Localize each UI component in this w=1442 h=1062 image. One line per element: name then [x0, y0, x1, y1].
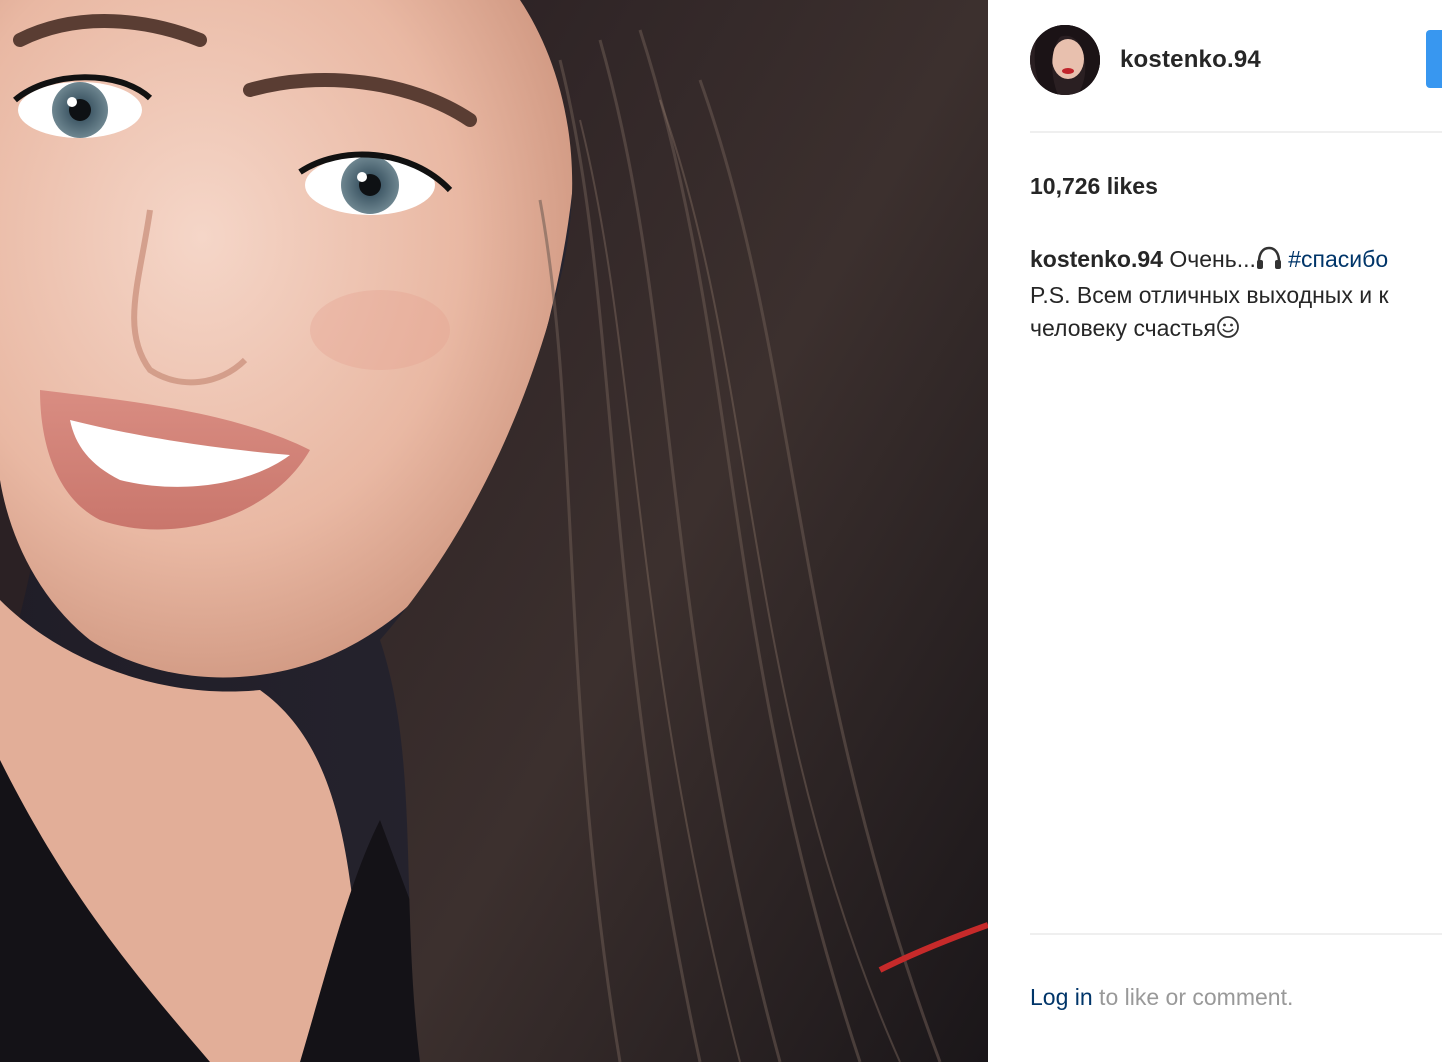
post-photo[interactable]	[0, 0, 988, 1062]
likes-count[interactable]: 10,726 likes	[1030, 173, 1158, 200]
post-side-panel: kostenko.94 10,726 likes kostenko.94 Оче…	[988, 0, 1442, 1062]
login-prompt-text: to like or comment.	[1092, 984, 1294, 1010]
caption-username[interactable]: kostenko.94	[1030, 246, 1163, 272]
follow-button[interactable]	[1426, 30, 1442, 88]
smiling-face-icon	[1216, 315, 1240, 348]
headphones-icon	[1256, 246, 1282, 279]
login-prompt: Log in to like or comment.	[1030, 984, 1293, 1011]
caption-line-2: P.S. Всем отличных выходных и к	[1030, 282, 1389, 308]
footer-divider	[1030, 933, 1442, 935]
caption-hashtag[interactable]: #спасибо	[1288, 246, 1388, 272]
post-username[interactable]: kostenko.94	[1120, 46, 1261, 74]
login-link[interactable]: Log in	[1030, 984, 1093, 1010]
instagram-post: kostenko.94 10,726 likes kostenko.94 Оче…	[0, 0, 1442, 1062]
caption-text: Очень...	[1169, 246, 1256, 272]
post-caption: kostenko.94 Очень... #спасибо P.S. Всем …	[1030, 243, 1442, 348]
avatar-image	[1030, 25, 1100, 95]
header-divider	[1030, 131, 1442, 133]
selfie-image	[0, 0, 988, 1062]
post-header: kostenko.94	[1030, 22, 1442, 98]
avatar[interactable]	[1030, 25, 1100, 95]
caption-line-3: человеку счастья	[1030, 315, 1216, 341]
